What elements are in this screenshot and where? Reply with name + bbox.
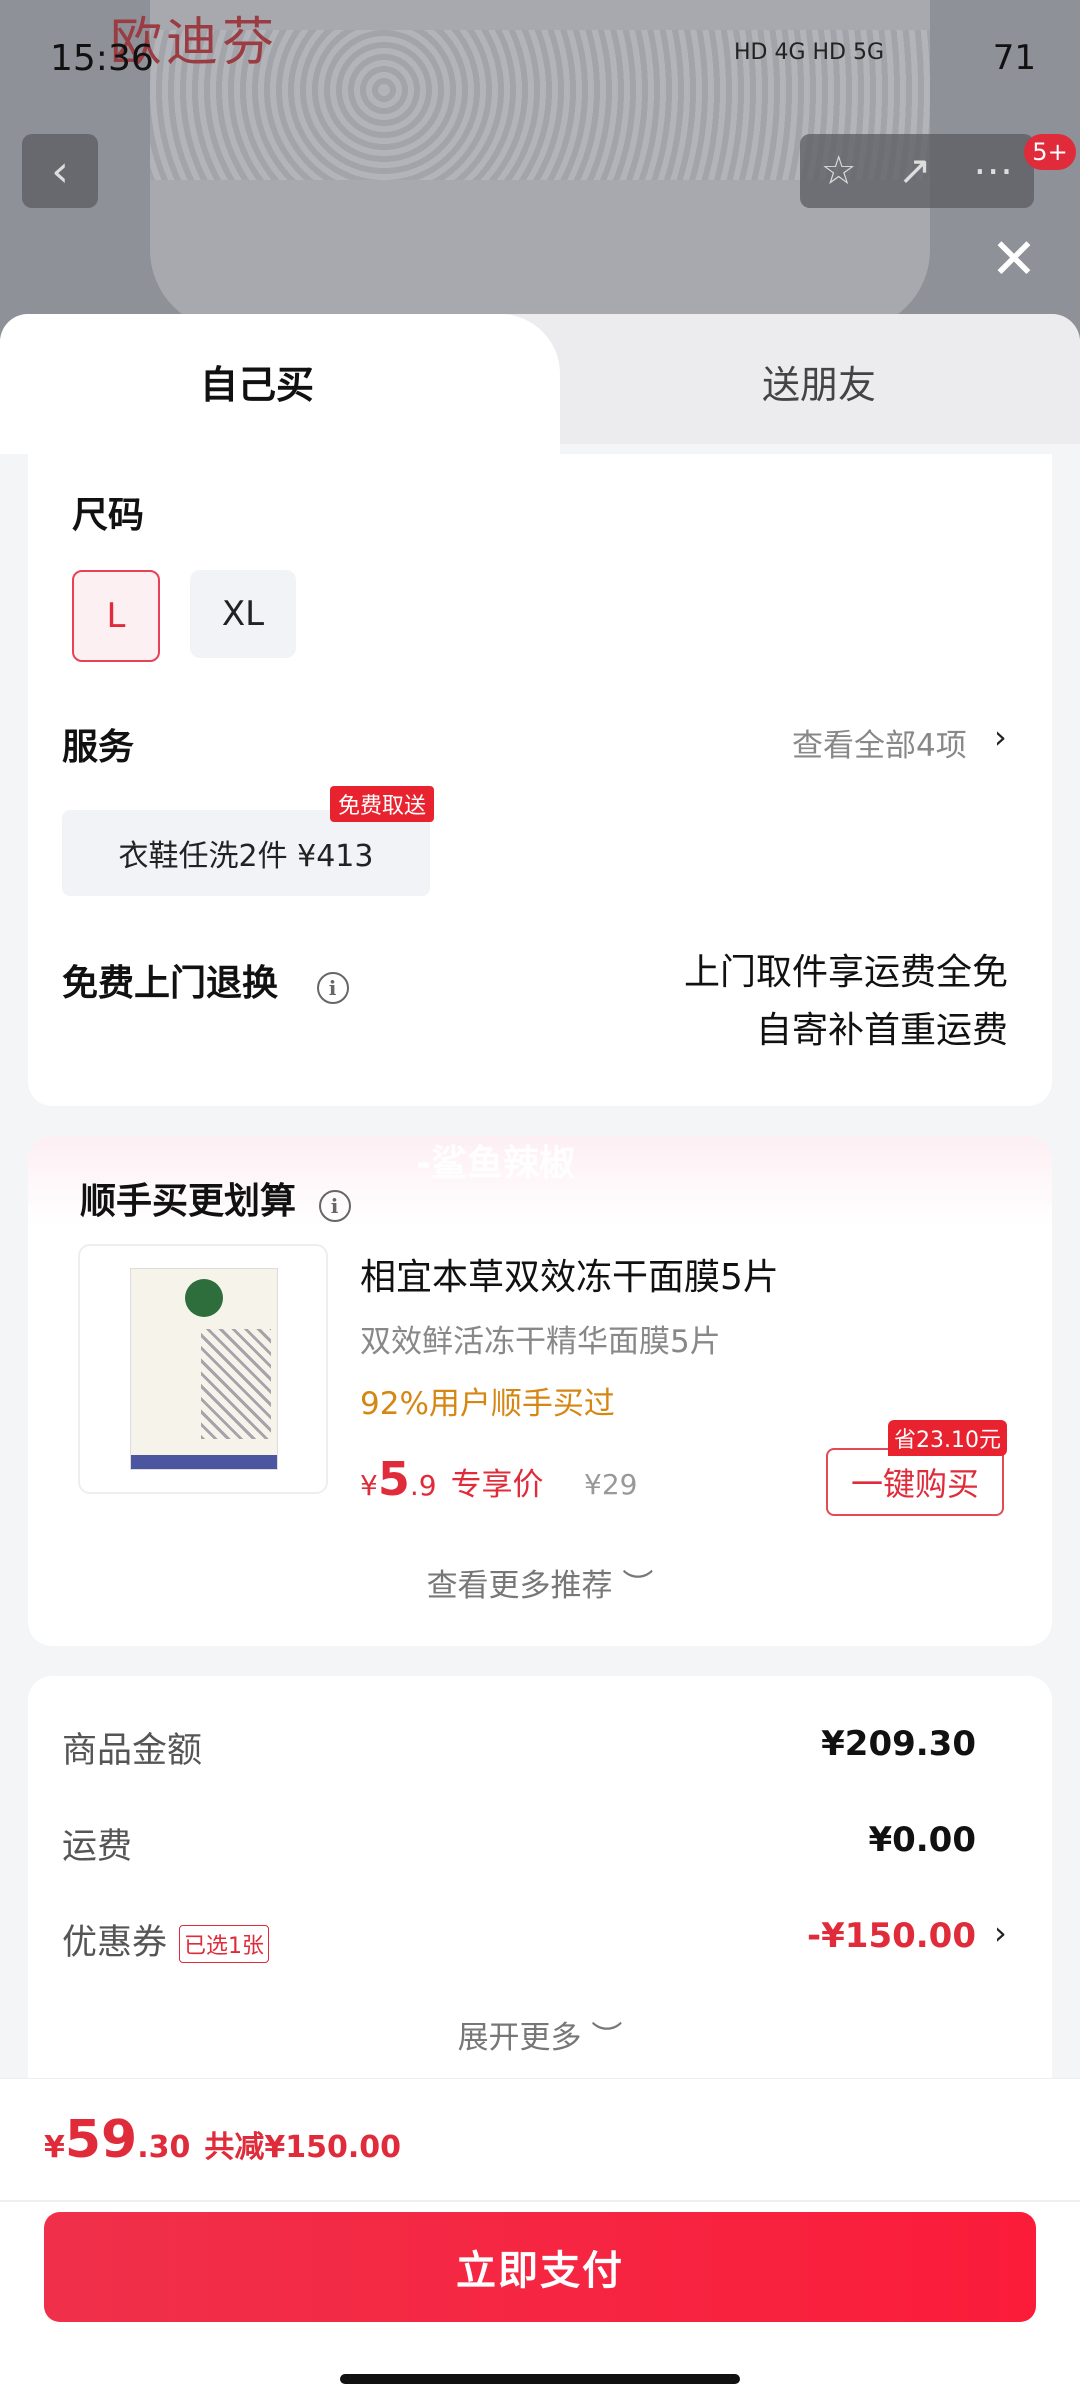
service-title: 服务 [62,727,135,768]
recommend-title-text: 顺手买更划算 [80,1181,297,1222]
recommend-title: 顺手买更划算 i [80,1172,351,1224]
returns-line-2: 自寄补首重运费 [755,1010,1008,1051]
home-indicator [340,2374,740,2384]
info-icon[interactable]: i [318,1190,351,1222]
size-option-xl[interactable]: XL [190,570,296,658]
original-price: ¥29 [584,1468,638,1501]
coupon-value[interactable]: -¥150.00 [807,1916,976,1956]
top-actions: ☆ ↗ ⋯ [800,134,1034,208]
message-badge: 5+ [1024,134,1076,170]
product-illustration [201,1329,271,1439]
status-time: 15:36 [50,38,154,79]
goods-amount-value: ¥209.30 [821,1724,976,1764]
product-logo [185,1279,223,1317]
total-discount: 共减¥150.00 [204,2130,402,2165]
more-icon[interactable]: ⋯ [973,148,1013,194]
service-option[interactable]: 衣鞋任洗2件 ¥413 [62,810,430,896]
chevron-left-icon: ‹ [51,145,69,197]
tab-self-label: 自己买 [200,363,315,407]
divider [0,2200,1080,2202]
product-subtitle: 双效鲜活冻干精华面膜5片 [360,1324,721,1360]
product-band [131,1455,277,1469]
price-integer: 5 [377,1452,410,1506]
chevron-right-icon[interactable]: › [994,718,1007,756]
total-currency: ¥ [44,2130,65,2165]
product-social-proof: 92%用户顺手买过 [360,1386,615,1422]
returns-details: 上门取件享运费全免 自寄补首重运费 [684,944,1008,1060]
coupon-selected-tag: 已选1张 [179,1925,270,1963]
product-image[interactable] [78,1244,328,1494]
size-option-l[interactable]: L [72,570,160,662]
shipping-value: ¥0.00 [868,1820,976,1860]
close-icon[interactable]: ✕ [986,232,1042,288]
price-label: 专享价 [450,1467,544,1503]
expand-more-link[interactable]: 展开更多 ︶ [0,2012,1080,2057]
total-integer: 59 [64,2110,138,2170]
tab-gift-label: 送朋友 [762,363,877,407]
status-bar: 15:36 HD 4G HD 5G 71 [0,0,1080,120]
save-tag: 省23.10元 [888,1420,1007,1456]
total-price: ¥59.30 共减¥150.00 [44,2110,401,2170]
price-currency: ¥ [360,1469,378,1502]
share-icon[interactable]: ↗ [898,148,932,194]
product-price: ¥5.9 专享价 [360,1452,544,1506]
back-button[interactable]: ‹ [22,134,98,208]
returns-line-1: 上门取件享运费全免 [683,952,1008,993]
more-recommendations-link[interactable]: 查看更多推荐 ︶ [0,1560,1080,1605]
chevron-right-icon[interactable]: › [994,1914,1007,1952]
service-view-all[interactable]: 查看全部4项 [792,720,967,765]
returns-title-text: 免费上门退换 [62,963,279,1004]
network-indicator: HD 4G HD 5G [734,40,885,65]
star-icon[interactable]: ☆ [821,148,857,194]
coupon-label: 优惠券 [62,1923,168,1963]
total-decimal: .30 [137,2130,191,2165]
goods-amount-label: 商品金额 [62,1731,203,1771]
watermark: -鲨鱼辣椒 [416,1143,575,1184]
product-package [130,1268,278,1470]
battery-level: 71 [992,38,1036,78]
product-title[interactable]: 相宜本草双效冻干面膜5片 [360,1248,779,1300]
price-decimal: .9 [409,1469,437,1502]
one-click-buy-button[interactable]: 一键购买 [826,1448,1004,1516]
tab-bar: 自己买 送朋友 [0,314,1080,454]
pay-now-button[interactable]: 立即支付 [44,2212,1036,2322]
shipping-label: 运费 [62,1827,133,1867]
coupon-row[interactable]: 优惠券 已选1张 [62,1914,270,1965]
info-icon[interactable]: i [316,972,349,1004]
size-title: 尺码 [72,495,145,536]
returns-title: 免费上门退换 i [62,954,349,1006]
free-pickup-tag: 免费取送 [330,786,435,822]
